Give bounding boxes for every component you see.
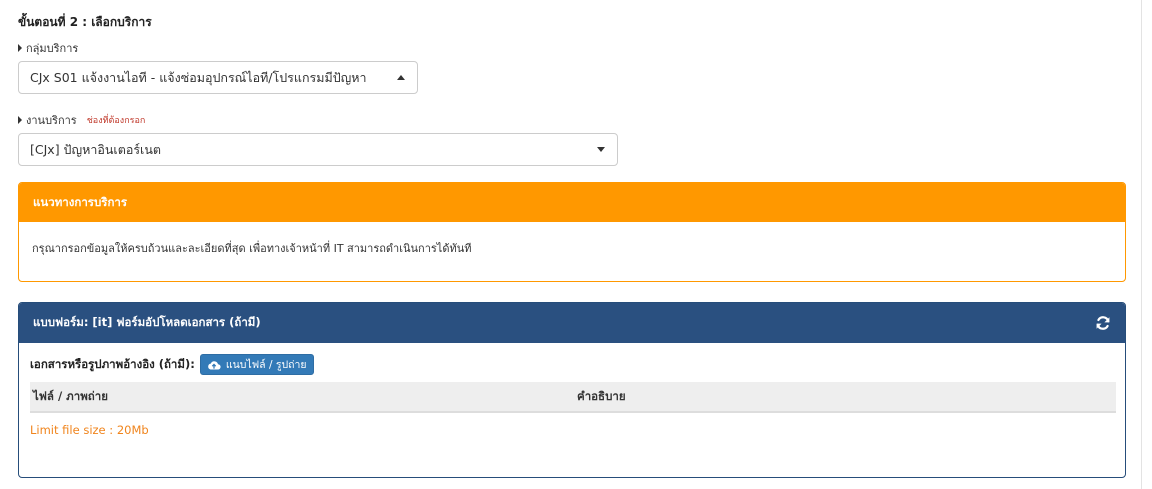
service-group-label-row: กลุ่มบริการ — [18, 39, 78, 57]
required-note: ช่องที่ต้องกรอก — [86, 116, 146, 126]
service-group-select[interactable]: CJx S01 แจ้งงานไอที - แจ้งซ่อมอุปกรณ์ไอท… — [18, 61, 418, 94]
column-header-description: คำอธิบาย — [574, 382, 1116, 413]
attach-file-button[interactable]: แนบไฟล์ / รูปถ่าย — [199, 354, 314, 375]
service-group-label: กลุ่มบริการ — [26, 42, 79, 55]
table-header-row: ไฟล์ / ภาพถ่าย คำอธิบาย — [30, 382, 1116, 413]
form-panel-header: แบบฟอร์ม: [it] ฟอร์มอัปโหลดเอกสาร (ถ้ามี… — [19, 303, 1125, 343]
cloud-upload-icon — [208, 360, 221, 369]
refresh-icon[interactable] — [1095, 315, 1111, 331]
guide-panel-body: กรุณากรอกข้อมูลให้ครบถ้วนและละเอียดที่สุ… — [32, 242, 472, 255]
column-header-file: ไฟล์ / ภาพถ่าย — [30, 382, 574, 413]
service-group-value: CJx S01 แจ้งงานไอที - แจ้งซ่อมอุปกรณ์ไอท… — [30, 69, 367, 85]
attach-row: เอกสารหรือรูปภาพอ้างอิง (ถ้ามี): แนบไฟล์… — [30, 354, 314, 375]
caret-right-icon — [18, 44, 22, 52]
service-job-select[interactable]: [CJx] ปัญหาอินเตอร์เนต — [18, 133, 618, 166]
guide-panel-title: แนวทางการบริการ — [19, 183, 1125, 222]
caret-right-icon — [18, 116, 22, 124]
page: ขั้นตอนที่ 2 : เลือกบริการ กลุ่มบริการ C… — [0, 0, 1152, 489]
service-job-label-row: งานบริการ ช่องที่ต้องกรอก — [18, 111, 145, 129]
file-table: ไฟล์ / ภาพถ่าย คำอธิบาย — [30, 382, 1116, 413]
content-divider — [1141, 0, 1142, 489]
caret-up-icon — [397, 75, 405, 80]
step-title: ขั้นตอนที่ 2 : เลือกบริการ — [18, 15, 152, 29]
attach-button-label: แนบไฟล์ / รูปถ่าย — [225, 359, 307, 371]
attach-label: เอกสารหรือรูปภาพอ้างอิง (ถ้ามี): — [30, 356, 195, 371]
guide-panel: แนวทางการบริการ กรุณากรอกข้อมูลให้ครบถ้ว… — [18, 182, 1126, 282]
form-panel: แบบฟอร์ม: [it] ฟอร์มอัปโหลดเอกสาร (ถ้ามี… — [18, 302, 1126, 478]
service-job-label: งานบริการ — [26, 114, 77, 127]
caret-down-icon — [597, 147, 605, 152]
form-panel-title: แบบฟอร์ม: [it] ฟอร์มอัปโหลดเอกสาร (ถ้ามี… — [33, 315, 261, 329]
file-size-limit: Limit file size : 20Mb — [30, 423, 149, 437]
service-job-value: [CJx] ปัญหาอินเตอร์เนต — [30, 141, 161, 157]
